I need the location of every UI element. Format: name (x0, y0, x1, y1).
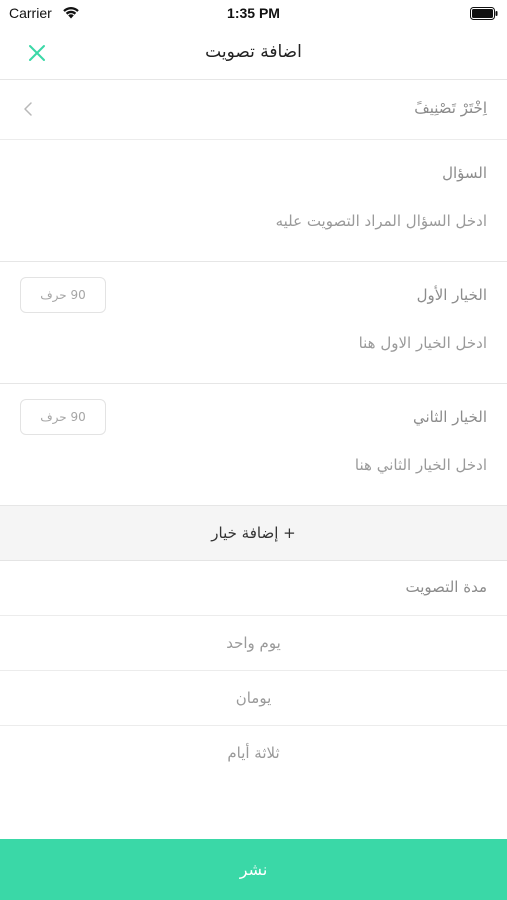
battery-icon (470, 7, 498, 20)
question-section: السؤال ادخل السؤال المراد التصويت عليه (0, 140, 507, 262)
question-input[interactable]: ادخل السؤال المراد التصويت عليه (276, 212, 487, 230)
status-bar: Carrier 1:35 PM (0, 0, 507, 28)
nav-bar: اضافة تصويت (0, 28, 507, 80)
question-label: السؤال (442, 164, 487, 182)
char-limit-badge: 90 حرف (20, 399, 106, 435)
option-section-2: 90 حرف الخيار الثاني ادخل الخيار الثاني … (0, 384, 507, 506)
duration-option-three-days[interactable]: ثلاثة أيام (0, 726, 507, 781)
chevron-left-icon (24, 102, 32, 116)
duration-label: مدة التصويت (405, 578, 487, 596)
option-input-2[interactable]: ادخل الخيار الثاني هنا (355, 456, 487, 474)
option-section-1: 90 حرف الخيار الأول ادخل الخيار الاول هن… (0, 262, 507, 384)
option-label-2: الخيار الثاني (412, 408, 487, 426)
category-picker[interactable]: اِخْتَرْ تَصْنِيفً (0, 80, 507, 140)
add-option-button[interactable]: + إضافة خيار (0, 506, 507, 561)
duration-header: مدة التصويت (0, 561, 507, 616)
option-input-1[interactable]: ادخل الخيار الاول هنا (359, 334, 487, 352)
publish-button[interactable]: نشر (0, 839, 507, 900)
category-label: اِخْتَرْ تَصْنِيفً (414, 99, 487, 117)
page-title: اضافة تصويت (205, 42, 302, 62)
status-time: 1:35 PM (227, 5, 280, 21)
duration-option-two-days[interactable]: يومان (0, 671, 507, 726)
duration-option-one-day[interactable]: يوم واحد (0, 616, 507, 671)
option-label-1: الخيار الأول (416, 286, 487, 304)
char-limit-badge: 90 حرف (20, 277, 106, 313)
